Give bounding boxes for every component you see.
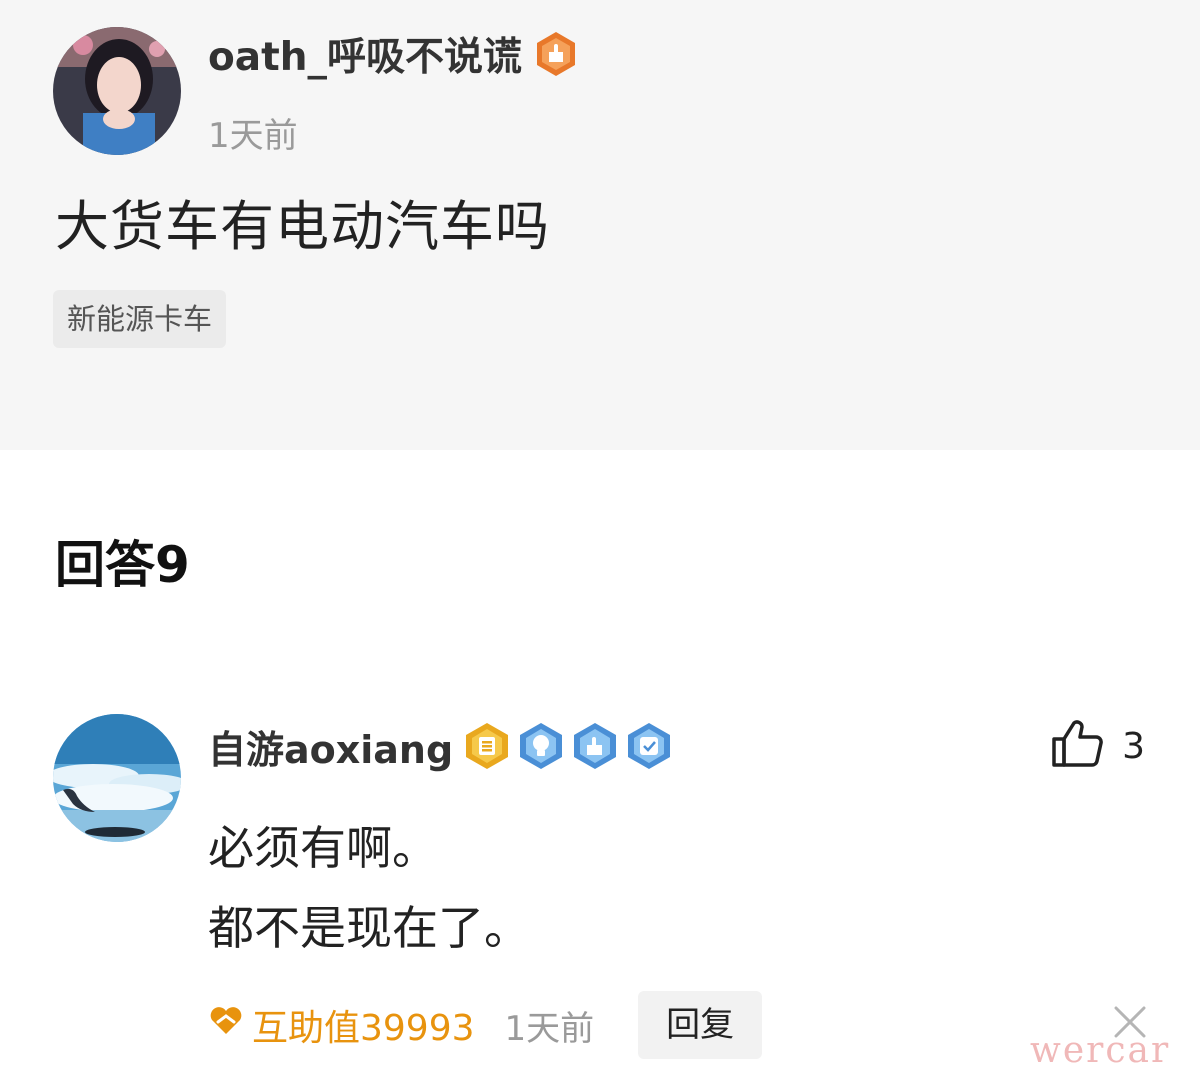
answer-author-avatar[interactable]: [53, 714, 181, 842]
question-tag[interactable]: 新能源卡车: [53, 290, 227, 348]
blue-bulb-badge-icon: [517, 721, 565, 771]
answers-count-header: 回答9: [55, 536, 190, 594]
answer-author[interactable]: 自游aoxiang: [208, 718, 673, 774]
like-count: 3: [1122, 725, 1145, 767]
gold-level-badge-icon: [463, 721, 511, 771]
blue-check-badge-icon: [625, 721, 673, 771]
question-author-avatar[interactable]: [53, 27, 181, 155]
question-time: 1天前: [208, 116, 298, 156]
like-button[interactable]: 3: [1050, 718, 1145, 774]
answer-line: 必须有啊。: [208, 821, 438, 875]
thumbs-up-icon: [1050, 719, 1104, 773]
blue-fist-badge-icon: [571, 721, 619, 771]
reply-button[interactable]: 回复: [638, 991, 763, 1059]
answer-author-name[interactable]: 自游aoxiang: [208, 719, 453, 774]
question-card: oath_呼吸不说谎 1天前 大货车有电动汽车吗 新能源卡车: [0, 0, 1200, 450]
answer-body: 必须有啊。 都不是现在了。: [208, 808, 530, 968]
question-author-name[interactable]: oath_呼吸不说谎: [208, 26, 522, 82]
answer-line: 都不是现在了。: [208, 901, 530, 955]
orange-fist-badge-icon: [534, 30, 578, 78]
help-value-text: 互助值39993: [252, 1008, 475, 1049]
help-value: 互助值39993: [208, 999, 475, 1051]
question-title: 大货车有电动汽车吗: [55, 195, 550, 258]
watermark: wercar: [1030, 1030, 1171, 1071]
heart-hands-icon: [208, 1005, 244, 1046]
answer-footer: 互助值39993 1天前 回复: [208, 990, 763, 1060]
answer-time: 1天前: [504, 1008, 595, 1049]
question-author[interactable]: oath_呼吸不说谎: [208, 26, 578, 82]
